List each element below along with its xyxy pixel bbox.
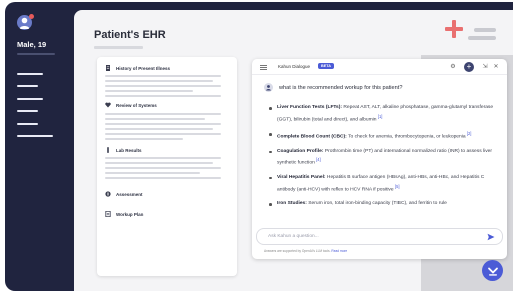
app-frame: Male, 19 Patient's EHR History of Presen… — [5, 2, 513, 291]
item-term: Viral Hepatitis Panel: — [277, 174, 326, 180]
send-icon[interactable] — [487, 233, 495, 241]
sidebar-item-2[interactable] — [17, 85, 38, 87]
document-icon — [106, 65, 110, 71]
text-line — [105, 172, 200, 174]
text-line — [105, 75, 221, 77]
citation-link[interactable]: [2] — [467, 131, 472, 136]
list-item: Iron Studies: Serum iron, total iron-bin… — [269, 200, 501, 209]
section-label: Assessment — [116, 191, 143, 197]
text-line — [105, 85, 221, 87]
item-term: Complete Blood Count (CBC): — [277, 134, 347, 140]
new-chat-icon[interactable]: + — [464, 62, 474, 72]
item-term: Iron Studies: — [277, 201, 307, 207]
ask-placeholder: Ask Kahun a question... — [268, 234, 319, 239]
text-line — [105, 90, 193, 92]
beta-badge: BETA — [318, 63, 335, 69]
page-subtitle-placeholder — [94, 46, 143, 49]
text-line — [105, 162, 213, 164]
text-line — [105, 167, 221, 169]
clipboard-icon — [105, 191, 111, 197]
list-item: Viral Hepatitis Panel: Hepatitis B surfa… — [269, 174, 501, 195]
ehr-card: History of Present Illness Review of Sys… — [97, 57, 237, 276]
text-line — [105, 157, 221, 159]
sidebar-item-4[interactable] — [17, 110, 38, 112]
disclaimer: Answers are supported by OpenAI's LLM to… — [264, 249, 347, 253]
text-line — [105, 128, 213, 130]
medical-cross-icon — [424, 10, 513, 60]
disclaimer-text: Answers are supported by OpenAI's LLM to… — [264, 249, 331, 253]
section-workup[interactable]: Workup Plan — [105, 211, 143, 217]
patient-sidebar: Male, 19 — [5, 2, 72, 291]
notification-dot — [29, 14, 34, 19]
section-label: History of Present Illness — [116, 65, 171, 71]
settings-icon[interactable]: ⚙ — [449, 63, 457, 71]
ask-input[interactable]: Ask Kahun a question... — [256, 228, 503, 245]
sidebar-item-5[interactable] — [17, 123, 38, 125]
collapse-chat-button[interactable] — [482, 260, 503, 281]
text-line — [105, 113, 221, 115]
section-label: Workup Plan — [116, 211, 144, 217]
citation-link[interactable]: [5] — [395, 184, 400, 189]
main-panel: Patient's EHR History of Present Illness… — [74, 10, 513, 291]
user-icon — [264, 83, 273, 92]
menu-icon[interactable] — [260, 65, 267, 70]
text-line — [105, 123, 221, 125]
item-text: Serum iron, total iron-binding capacity … — [306, 201, 447, 207]
section-label: Lab Results — [116, 147, 142, 153]
test-tube-icon — [107, 147, 109, 153]
list-item: Coagulation Profile: Prothrombin time (P… — [269, 148, 501, 169]
text-line — [105, 95, 221, 97]
close-icon[interactable]: ✕ — [492, 63, 500, 71]
list-item: Complete Blood Count (CBC): To check for… — [269, 130, 501, 142]
citation-link[interactable]: [1] — [378, 114, 383, 119]
section-review[interactable]: Review of Systems — [105, 102, 157, 108]
user-question: what is the recommended workup for this … — [264, 83, 402, 92]
text-line — [105, 138, 183, 140]
heart-icon — [105, 102, 111, 108]
sidebar-item-6[interactable] — [17, 135, 53, 137]
text-line — [105, 118, 205, 120]
section-assessment[interactable]: Assessment — [105, 191, 143, 197]
item-term: Liver Function Tests (LFTs): — [277, 105, 343, 110]
list-item: Liver Function Tests (LFTs): Repeat AST,… — [269, 104, 501, 125]
citation-link[interactable]: [4] — [316, 157, 321, 162]
read-more-link[interactable]: Read more — [331, 249, 347, 253]
page-title: Patient's EHR — [94, 29, 166, 41]
chevron-down-icon — [487, 267, 498, 276]
chat-header: Kahun Dialogue BETA ⚙ + ⇲ ✕ — [252, 59, 507, 75]
sidebar-item-3[interactable] — [17, 98, 43, 100]
section-labs[interactable]: Lab Results — [105, 147, 142, 153]
list-icon — [105, 211, 111, 217]
section-label: Review of Systems — [116, 102, 157, 108]
item-text: To check for anemia, thrombocytopenia, o… — [346, 134, 466, 140]
item-term: Coagulation Profile: — [277, 148, 324, 154]
chat-title: Kahun Dialogue — [278, 64, 311, 69]
text-line — [105, 133, 221, 135]
sidebar-item-1[interactable] — [17, 73, 43, 75]
patient-subtext-placeholder — [17, 53, 55, 55]
answer-list: Liver Function Tests (LFTs): Repeat AST,… — [269, 104, 501, 214]
text-line — [105, 177, 221, 179]
patient-label: Male, 19 — [17, 40, 47, 49]
expand-icon[interactable]: ⇲ — [481, 63, 489, 71]
section-history[interactable]: History of Present Illness — [105, 65, 170, 71]
text-line — [105, 80, 213, 82]
question-text: what is the recommended workup for this … — [279, 84, 403, 91]
